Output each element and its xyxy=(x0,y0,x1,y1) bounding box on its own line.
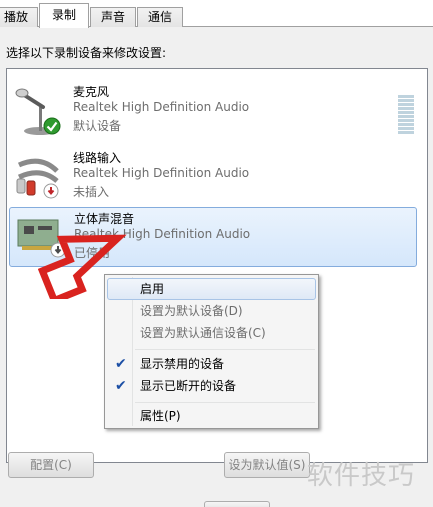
device-name: 麦克风 xyxy=(73,85,110,99)
menu-item-set-default: 设置为默认设备(D) xyxy=(140,304,243,318)
tab-sounds[interactable]: 声音 xyxy=(90,7,136,27)
level-meter xyxy=(398,95,414,135)
unplugged-badge-icon xyxy=(43,183,59,199)
menu-item-label: 显示禁用的设备 xyxy=(140,357,225,371)
red-arrow-icon xyxy=(38,234,127,299)
instruction-label: 选择以下录制设备来修改设置: xyxy=(6,46,167,60)
context-menu: 启用 设置为默认设备(D) 设置为默认通信设备(C) ✔ 显示禁用的设备 ✔ 显… xyxy=(104,274,319,429)
device-item-microphone[interactable]: 麦克风 Realtek High Definition Audio 默认设备 xyxy=(9,81,417,141)
menu-item-properties[interactable]: 属性(P) xyxy=(107,405,316,427)
device-status: 默认设备 xyxy=(73,119,122,133)
line-in-cable-icon xyxy=(13,151,63,203)
menu-item-set-default-communication: 设置为默认通信设备(C) xyxy=(140,326,266,340)
checkmark-icon: ✔ xyxy=(115,378,127,394)
check-badge-icon xyxy=(43,117,61,135)
configure-button[interactable]: 配置(C) xyxy=(8,452,94,478)
microphone-icon xyxy=(13,85,63,137)
tab-recording[interactable]: 录制 xyxy=(39,3,89,28)
tab-strip: 播放 录制 声音 通信 xyxy=(0,0,433,28)
menu-separator xyxy=(135,349,315,350)
ok-button-partial[interactable] xyxy=(204,501,270,507)
device-name: 线路输入 xyxy=(73,151,122,165)
watermark: 软件技巧 xyxy=(307,461,416,491)
device-driver: Realtek High Definition Audio xyxy=(73,166,250,180)
menu-item-label: 显示已断开的设备 xyxy=(140,379,237,393)
device-driver: Realtek High Definition Audio xyxy=(73,100,250,114)
tab-communications[interactable]: 通信 xyxy=(137,7,183,27)
menu-item-show-disabled[interactable]: ✔ 显示禁用的设备 xyxy=(107,353,316,375)
checkmark-icon: ✔ xyxy=(115,356,127,372)
tab-playback[interactable]: 播放 xyxy=(0,7,38,27)
menu-separator xyxy=(135,402,315,403)
device-item-line-in[interactable]: 线路输入 Realtek High Definition Audio 未插入 xyxy=(9,147,417,207)
menu-item-show-disconnected[interactable]: ✔ 显示已断开的设备 xyxy=(107,375,316,397)
menu-item-enable[interactable]: 启用 xyxy=(107,278,316,300)
device-status: 未插入 xyxy=(73,185,110,199)
set-default-button[interactable]: 设为默认值(S) xyxy=(224,452,310,478)
